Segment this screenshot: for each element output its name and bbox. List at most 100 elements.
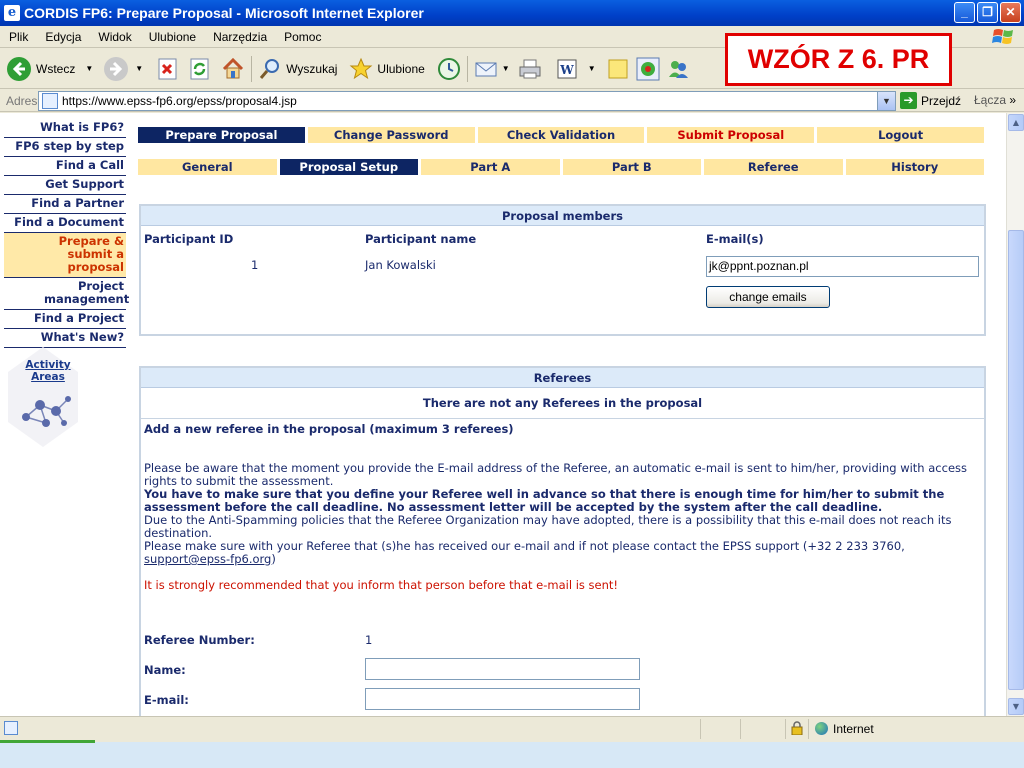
links-toolbar[interactable]: Łącza » bbox=[974, 93, 1016, 107]
restore-button[interactable]: ❐ bbox=[977, 2, 998, 23]
participant-email-input[interactable]: jk@ppnt.poznan.pl bbox=[706, 256, 979, 277]
menu-favorites[interactable]: Ulubione bbox=[140, 30, 204, 44]
participant-id: 1 bbox=[251, 258, 259, 272]
go-button[interactable]: ➔ Przejdź bbox=[900, 92, 961, 109]
referee-name-label: Name: bbox=[144, 663, 186, 677]
word-edit-icon[interactable]: W bbox=[556, 58, 578, 80]
support-email-link[interactable]: support@epss-fp6.org bbox=[144, 552, 271, 566]
chevron-right-icon: » bbox=[1009, 93, 1017, 107]
nav-what-is-fp6[interactable]: What is FP6? bbox=[4, 119, 126, 138]
internet-zone-icon bbox=[815, 722, 828, 735]
referee-info-para4: Please make sure with your Referee that … bbox=[144, 540, 981, 566]
menu-tools[interactable]: Narzędzia bbox=[204, 30, 275, 44]
nav-prepare-submit[interactable]: Prepare & submit a proposal bbox=[4, 233, 126, 278]
left-navigation: What is FP6? FP6 step by step Find a Cal… bbox=[4, 119, 129, 348]
back-arrow-icon bbox=[7, 56, 31, 81]
forward-dropdown-icon[interactable]: ▼ bbox=[135, 64, 143, 73]
referee-info-para2: You have to make sure that you define yo… bbox=[144, 487, 945, 514]
back-button[interactable]: Wstecz ▼ bbox=[6, 56, 93, 82]
referees-panel: Referees There are not any Referees in t… bbox=[139, 366, 986, 716]
menu-edit[interactable]: Edycja bbox=[36, 30, 89, 44]
close-button[interactable]: ✕ bbox=[1000, 2, 1021, 23]
tab-logout[interactable]: Logout bbox=[817, 127, 984, 143]
proposal-members-panel: Proposal members Participant ID Particip… bbox=[139, 204, 986, 336]
edit-dropdown-icon[interactable]: ▼ bbox=[588, 64, 596, 73]
nav-find-a-call[interactable]: Find a Call bbox=[4, 157, 126, 176]
nav-fp6-step-by-step[interactable]: FP6 step by step bbox=[4, 138, 126, 157]
icq-flower-icon[interactable] bbox=[636, 57, 660, 81]
tab-prepare-proposal[interactable]: Prepare Proposal bbox=[138, 127, 305, 143]
main-tabs: Prepare Proposal Change Password Check V… bbox=[138, 127, 984, 143]
forward-button[interactable]: ▼ bbox=[103, 56, 143, 82]
referee-email-input[interactable] bbox=[365, 688, 640, 710]
taskbar-edge bbox=[0, 740, 95, 743]
no-referees-message: There are not any Referees in the propos… bbox=[141, 388, 984, 419]
nav-find-a-partner[interactable]: Find a Partner bbox=[4, 195, 126, 214]
referee-info-para4-text: Please make sure with your Referee that … bbox=[144, 539, 905, 553]
scroll-thumb[interactable] bbox=[1008, 230, 1024, 690]
lock-icon bbox=[791, 721, 803, 735]
menu-help[interactable]: Pomoc bbox=[275, 30, 329, 44]
referee-name-input[interactable] bbox=[365, 658, 640, 680]
template-stamp: WZÓR Z 6. PR bbox=[725, 33, 952, 86]
participant-name: Jan Kowalski bbox=[365, 258, 436, 272]
nav-find-a-document[interactable]: Find a Document bbox=[4, 214, 126, 233]
address-dropdown-icon[interactable]: ▼ bbox=[877, 92, 895, 110]
star-icon bbox=[350, 57, 373, 79]
refresh-icon[interactable] bbox=[189, 58, 211, 80]
tab-history[interactable]: History bbox=[845, 159, 984, 175]
back-label: Wstecz bbox=[36, 61, 76, 76]
print-icon[interactable] bbox=[518, 57, 542, 81]
nav-get-support[interactable]: Get Support bbox=[4, 176, 126, 195]
svg-text:W: W bbox=[559, 63, 574, 77]
browser-window: e CORDIS FP6: Prepare Proposal - Microso… bbox=[0, 0, 1024, 742]
referee-info-para4-end: ) bbox=[271, 552, 276, 566]
address-input[interactable]: https://www.epss-fp6.org/epss/proposal4.… bbox=[38, 91, 896, 111]
referee-email-label: E-mail: bbox=[144, 693, 189, 707]
col-emails: E-mail(s) bbox=[706, 232, 764, 246]
favorites-button[interactable]: Ulubione bbox=[349, 57, 425, 81]
activity-areas-link[interactable]: Activity Areas bbox=[8, 347, 78, 447]
tab-part-a[interactable]: Part A bbox=[421, 159, 560, 175]
referee-number-label: Referee Number: bbox=[144, 633, 255, 647]
scroll-down-icon[interactable]: ▼ bbox=[1008, 698, 1024, 715]
search-button[interactable]: Wyszukaj bbox=[258, 57, 337, 81]
activity-areas-label: Activity Areas bbox=[25, 359, 71, 383]
status-bar: Internet bbox=[0, 716, 1024, 740]
tab-check-validation[interactable]: Check Validation bbox=[477, 127, 645, 143]
home-icon[interactable] bbox=[221, 57, 245, 81]
mail-dropdown-icon[interactable]: ▼ bbox=[502, 64, 510, 73]
page-icon bbox=[42, 93, 58, 109]
molecule-icon bbox=[22, 396, 71, 427]
vertical-scrollbar[interactable]: ▲ ▼ bbox=[1006, 113, 1024, 716]
mail-icon[interactable] bbox=[474, 57, 498, 81]
stop-icon[interactable] bbox=[157, 58, 179, 80]
nav-whats-new[interactable]: What's New? bbox=[4, 329, 126, 348]
change-emails-button[interactable]: change emails bbox=[706, 286, 830, 308]
tab-submit-proposal[interactable]: Submit Proposal bbox=[647, 127, 815, 143]
nav-find-a-project[interactable]: Find a Project bbox=[4, 310, 126, 329]
tab-general[interactable]: General bbox=[138, 159, 277, 175]
tab-change-password[interactable]: Change Password bbox=[307, 127, 475, 143]
nav-project-management[interactable]: Project management bbox=[4, 278, 129, 310]
back-dropdown-icon[interactable]: ▼ bbox=[85, 64, 93, 73]
referees-title: Referees bbox=[141, 368, 984, 388]
go-arrow-icon: ➔ bbox=[900, 92, 917, 109]
referee-info-para3: Due to the Anti-Spamming policies that t… bbox=[144, 513, 952, 540]
tab-part-b[interactable]: Part B bbox=[562, 159, 701, 175]
menu-view[interactable]: Widok bbox=[89, 30, 139, 44]
tab-proposal-setup[interactable]: Proposal Setup bbox=[279, 159, 418, 175]
messenger-icon[interactable] bbox=[666, 57, 690, 81]
forward-arrow-icon bbox=[104, 56, 129, 81]
history-icon[interactable] bbox=[437, 57, 461, 81]
search-icon bbox=[260, 58, 280, 79]
minimize-button[interactable]: _ bbox=[954, 2, 975, 23]
tab-referee[interactable]: Referee bbox=[704, 159, 843, 175]
menu-file[interactable]: Plik bbox=[0, 30, 36, 44]
address-bar: Adres https://www.epss-fp6.org/epss/prop… bbox=[0, 90, 1024, 112]
col-participant-id: Participant ID bbox=[144, 232, 234, 246]
search-label: Wyszukaj bbox=[286, 61, 338, 76]
scroll-up-icon[interactable]: ▲ bbox=[1008, 114, 1024, 131]
note-icon[interactable] bbox=[606, 57, 630, 81]
window-title: CORDIS FP6: Prepare Proposal - Microsoft… bbox=[24, 5, 424, 21]
